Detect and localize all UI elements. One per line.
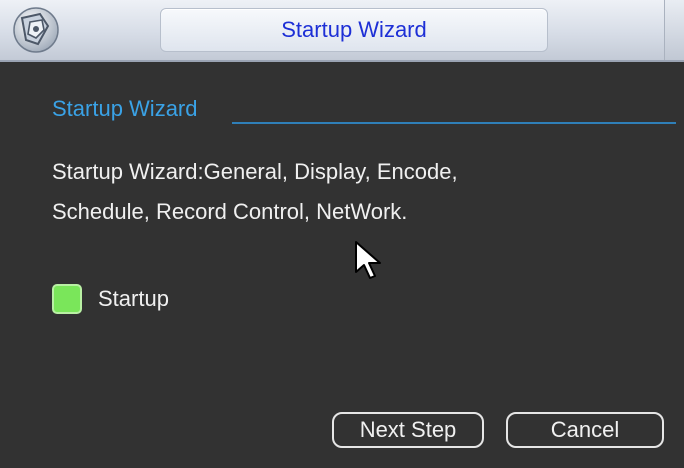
description-line-2: Schedule, Record Control, NetWork. bbox=[52, 199, 408, 224]
startup-option[interactable]: Startup bbox=[52, 284, 352, 318]
section-header: Startup Wizard bbox=[52, 96, 676, 128]
title-bar: Startup Wizard bbox=[0, 0, 684, 62]
section-divider bbox=[232, 122, 676, 124]
title-bar-edge bbox=[664, 0, 684, 60]
startup-wizard-dialog: Startup Wizard Startup Wizard Startup Wi… bbox=[0, 0, 684, 468]
description-line-1: Startup Wizard:General, Display, Encode, bbox=[52, 159, 458, 184]
title-pill: Startup Wizard bbox=[160, 8, 548, 52]
section-title: Startup Wizard bbox=[52, 96, 198, 121]
wizard-description: Startup Wizard:General, Display, Encode,… bbox=[52, 152, 652, 232]
startup-label: Startup bbox=[98, 286, 169, 311]
next-step-button[interactable]: Next Step bbox=[332, 412, 484, 448]
app-logo-icon bbox=[13, 7, 59, 53]
window-title: Startup Wizard bbox=[281, 17, 427, 42]
startup-checkbox[interactable] bbox=[52, 284, 82, 314]
mouse-pointer-icon bbox=[355, 241, 381, 279]
cancel-button[interactable]: Cancel bbox=[506, 412, 664, 448]
